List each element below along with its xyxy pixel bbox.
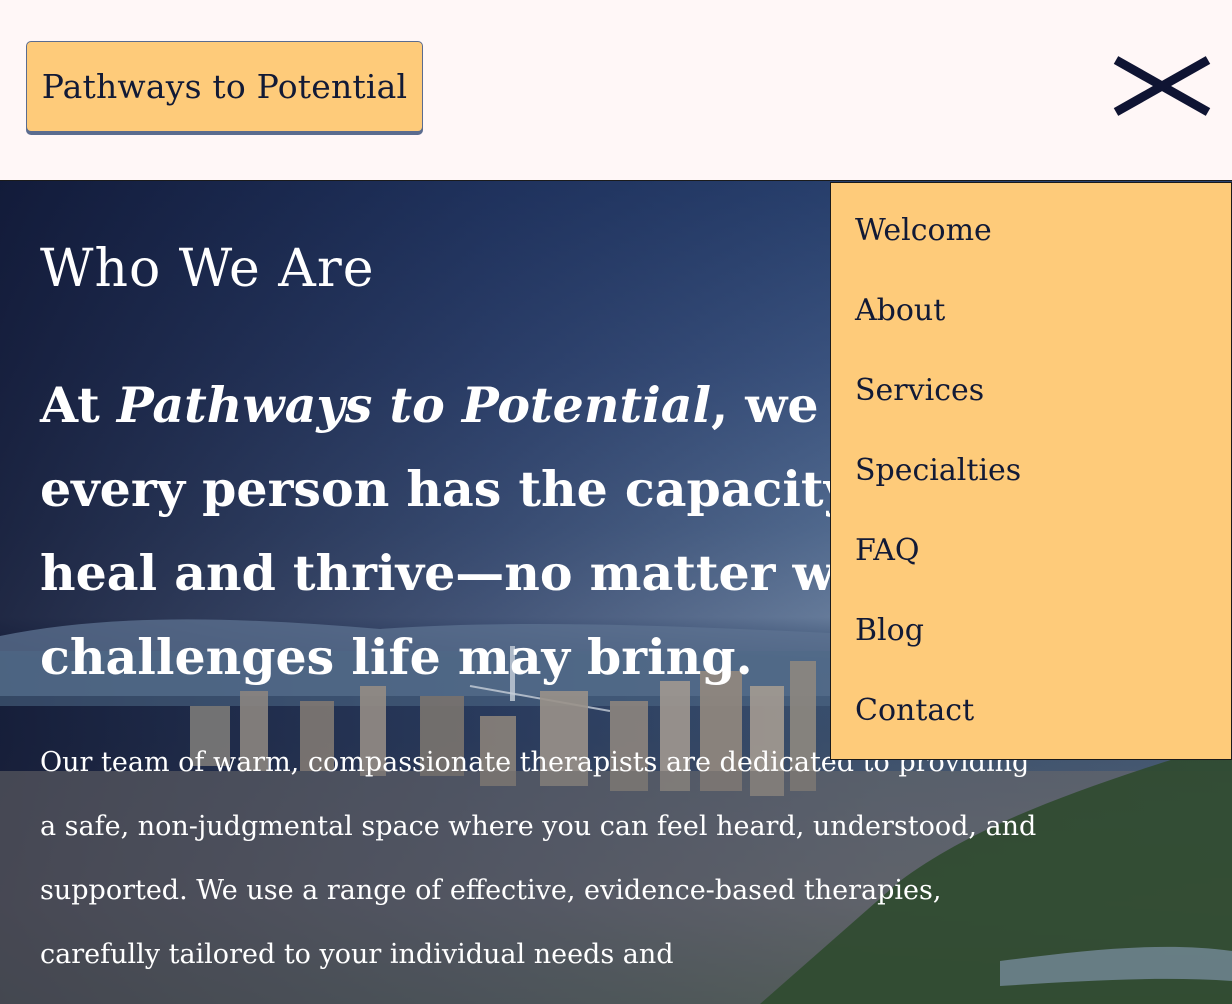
nav-item-faq[interactable]: FAQ xyxy=(855,533,919,568)
page: Pathways to Potential Who We Are At Path… xyxy=(0,0,1232,1004)
close-icon xyxy=(1113,56,1211,116)
hero-body-paragraph: Our team of warm, compassionate therapis… xyxy=(40,747,1037,970)
nav-item-blog[interactable]: Blog xyxy=(855,613,924,648)
nav-item-services[interactable]: Services xyxy=(855,373,984,408)
close-menu-button[interactable] xyxy=(1110,52,1214,120)
site-header: Pathways to Potential xyxy=(0,0,1232,181)
nav-dropdown-menu: Welcome About Services Specialties FAQ B… xyxy=(830,182,1232,760)
nav-item-contact[interactable]: Contact xyxy=(855,693,974,728)
hero-lead-prefix: At xyxy=(40,376,117,434)
hero-lead-brand: Pathways to Potential xyxy=(116,376,712,434)
hero-title: Who We Are xyxy=(40,239,375,299)
brand-home-button[interactable]: Pathways to Potential xyxy=(26,41,423,132)
nav-item-welcome[interactable]: Welcome xyxy=(855,213,992,248)
nav-item-specialties[interactable]: Specialties xyxy=(855,453,1021,488)
nav-item-about[interactable]: About xyxy=(855,293,945,328)
